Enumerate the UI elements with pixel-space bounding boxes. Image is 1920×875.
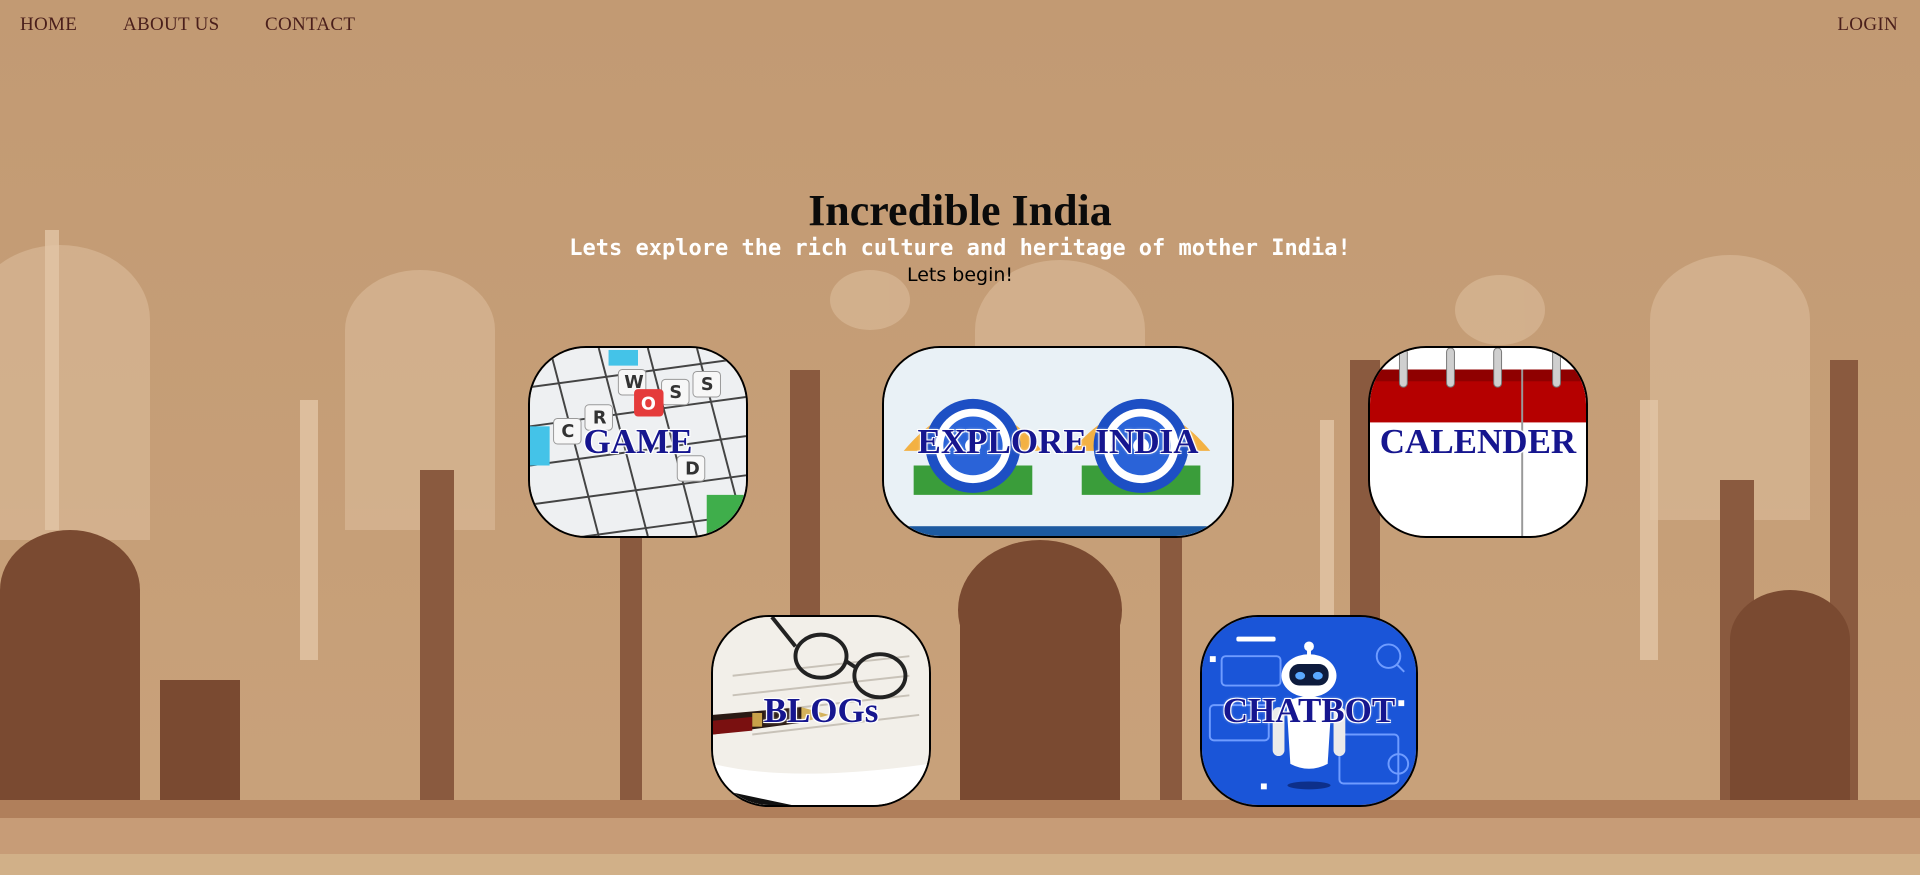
nav-home-link[interactable]: HOME <box>20 14 77 36</box>
explore-india-tile[interactable]: EXPLORE INDIA <box>882 346 1234 538</box>
svg-text:D: D <box>685 459 700 479</box>
top-nav: HOME ABOUT US CONTACT LOGIN <box>0 14 1920 44</box>
nav-contact-link[interactable]: CONTACT <box>265 14 355 36</box>
blogs-tile[interactable]: BLOGs <box>711 615 931 807</box>
nav-login-link[interactable]: LOGIN <box>1837 14 1898 36</box>
svg-text:W: W <box>624 373 643 393</box>
calendar-tile[interactable]: CALENDER <box>1368 346 1588 538</box>
game-tile[interactable]: WRS SCD O GAME <box>528 346 748 538</box>
blogs-label: BLOGs <box>763 691 879 730</box>
page-title: Incredible India <box>808 186 1112 235</box>
lets-begin-text: Lets begin! <box>906 264 1014 286</box>
svg-text:O: O <box>641 395 656 415</box>
chatbot-label: CHATBOT <box>1222 691 1396 730</box>
page-subtitle: Lets explore the rich culture and herita… <box>569 236 1351 261</box>
svg-text:S: S <box>701 375 714 395</box>
game-label: GAME <box>583 422 693 461</box>
svg-text:S: S <box>669 383 682 403</box>
explore-india-label: EXPLORE INDIA <box>917 422 1199 461</box>
calendar-label: CALENDER <box>1379 422 1577 461</box>
nav-about-link[interactable]: ABOUT US <box>123 14 220 36</box>
chatbot-tile[interactable]: CHATBOT <box>1200 615 1418 807</box>
